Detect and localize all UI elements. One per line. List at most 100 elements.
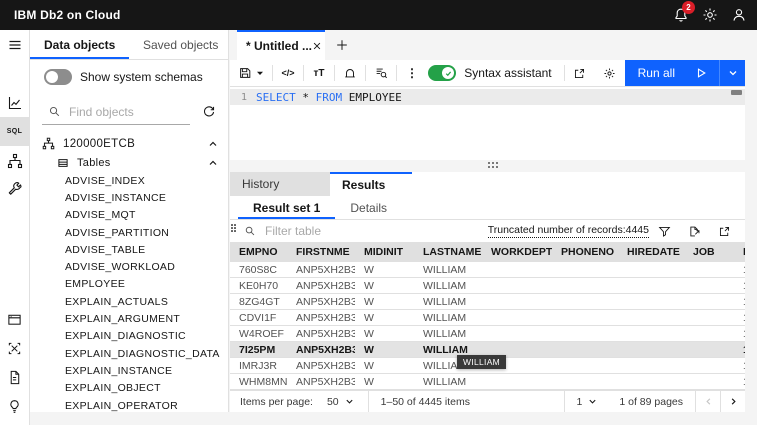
sql-icon: SQL	[7, 128, 23, 135]
table-name: ADVISE_PARTITION	[65, 227, 169, 239]
tab-data-objects[interactable]: Data objects	[30, 30, 129, 59]
table-row[interactable]: KE0H70 ANP5XH2B34 W WILLIAM 1	[230, 278, 745, 294]
page-count-label: 1 of 89 pages	[607, 396, 695, 408]
column-header-clipped[interactable]: E	[734, 246, 745, 258]
page-select[interactable]: 1	[564, 391, 608, 412]
notifications-button[interactable]: 2	[666, 0, 695, 30]
sql-editor[interactable]: 1SELECT * FROM EMPLOYEE	[230, 87, 745, 160]
text-scale-button[interactable]: тT	[304, 60, 334, 86]
tree-table-item[interactable]: EXPLAIN_OBJECT	[30, 380, 228, 397]
application-nav-button[interactable]	[0, 305, 29, 334]
save-button[interactable]	[230, 60, 272, 86]
tab-results[interactable]: Results	[330, 172, 412, 196]
chevron-up-icon[interactable]	[208, 158, 218, 168]
tab-details[interactable]: Details	[335, 196, 402, 219]
export-icon	[688, 225, 701, 238]
tab-result-set-1[interactable]: Result set 1	[238, 196, 335, 219]
tree-table-item[interactable]: ADVISE_WORKLOAD	[30, 258, 228, 275]
table-row[interactable]: WHM8MN ANP5XH2B34 W WILLIAM 1	[230, 374, 745, 390]
visual-explain-button[interactable]	[335, 60, 365, 86]
column-header[interactable]: HIREDATE	[618, 246, 684, 258]
show-system-schemas-toggle[interactable]	[44, 69, 72, 85]
user-icon	[731, 7, 747, 23]
table-row[interactable]: 760S8C ANP5XH2B34 W WILLIAM 1	[230, 262, 745, 278]
run-options-button[interactable]	[719, 60, 745, 86]
column-header[interactable]: FIRSTNME	[287, 246, 355, 258]
editor-tab-untitled[interactable]: * Untitled ...	[237, 30, 325, 60]
theme-button[interactable]	[695, 0, 724, 30]
tree-table-item[interactable]: EXPLAIN_ARGUMENT	[30, 310, 228, 327]
gear-icon	[603, 67, 616, 80]
caret-down-icon[interactable]	[256, 69, 264, 77]
tree-schema-row[interactable]: 120000ETCB	[30, 134, 228, 153]
open-results-button[interactable]	[709, 220, 739, 242]
settings-button[interactable]	[595, 60, 625, 86]
data-schema-nav-button[interactable]	[0, 146, 29, 175]
panel-splitter[interactable]	[230, 160, 757, 172]
idea-nav-button[interactable]	[0, 392, 29, 421]
table-row[interactable]: 8ZG4GT ANP5XH2B34 W WILLIAM 1	[230, 294, 745, 310]
tools-nav-button[interactable]	[0, 175, 29, 204]
close-icon[interactable]	[312, 41, 322, 51]
tree-table-item[interactable]: ADVISE_TABLE	[30, 241, 228, 258]
column-header[interactable]: LASTNAME	[414, 246, 482, 258]
add-tab-button[interactable]	[325, 30, 359, 60]
sql-editor-nav-button[interactable]: SQL	[0, 117, 29, 146]
result-subtabs: Result set 1 Details	[230, 196, 745, 220]
panel-resize-handle[interactable]	[231, 224, 237, 233]
refresh-button[interactable]	[202, 105, 216, 119]
chevron-up-icon[interactable]	[208, 139, 218, 149]
column-header[interactable]: PHONENO	[552, 246, 618, 258]
objects-panel-tabs: Data objects Saved objects	[30, 30, 228, 60]
editor-scrollbar-thumb[interactable]	[731, 90, 742, 95]
table-row[interactable]: CDVI1F ANP5XH2B34 W WILLIAM 1	[230, 310, 745, 326]
next-page-button[interactable]	[720, 391, 745, 412]
document-icon	[7, 370, 22, 385]
column-header[interactable]: WORKDEPT	[482, 246, 552, 258]
rail-bottom-group	[0, 305, 29, 421]
tree-table-item[interactable]: ADVISE_MQT	[30, 207, 228, 224]
format-code-button[interactable]: </>	[273, 60, 303, 86]
tab-saved-objects[interactable]: Saved objects	[129, 30, 228, 59]
column-header[interactable]: EMPNO	[230, 246, 287, 258]
filter-table-input[interactable]	[265, 224, 485, 238]
workspace-nav-button[interactable]	[0, 334, 29, 363]
save-icon	[238, 66, 252, 80]
column-header[interactable]: JOB	[684, 246, 734, 258]
tab-history[interactable]: History	[230, 172, 330, 196]
find-objects-input[interactable]	[69, 105, 190, 119]
tree-table-item[interactable]: ADVISE_INSTANCE	[30, 189, 228, 206]
tree-table-item[interactable]: ADVISE_INDEX	[30, 172, 228, 189]
run-all-button[interactable]: Run all	[625, 60, 719, 86]
export-button[interactable]	[679, 220, 709, 242]
user-profile-button[interactable]	[724, 0, 753, 30]
table-row[interactable]: W4ROEF ANP5XH2B34 W WILLIAM 1	[230, 326, 745, 342]
menu-button[interactable]	[0, 30, 29, 59]
tree-table-item[interactable]: EXPLAIN_INSTANCE	[30, 362, 228, 379]
tree-tables-row[interactable]: Tables	[30, 153, 228, 172]
cell-firstnme: ANP5XH2B34	[287, 280, 355, 292]
document-nav-button[interactable]	[0, 363, 29, 392]
syntax-assistant-toggle[interactable]	[428, 65, 456, 81]
cell-clipped: 1	[734, 344, 745, 356]
open-in-new-button[interactable]	[565, 60, 595, 86]
items-per-page-select[interactable]: 50	[327, 396, 354, 408]
tree-table-item[interactable]: EXPLAIN_DIAGNOSTIC	[30, 328, 228, 345]
overflow-menu-button[interactable]: ⋮	[397, 60, 427, 86]
tree-table-item[interactable]: ADVISE_PARTITION	[30, 224, 228, 241]
tree-table-item[interactable]: EXPLAIN_OPERATOR	[30, 397, 228, 412]
cell-lastname: WILLIAM	[414, 328, 482, 340]
items-per-page-label: Items per page:	[230, 396, 313, 408]
filter-button[interactable]	[649, 220, 679, 242]
cell-midinit: W	[355, 296, 414, 308]
table-name: ADVISE_MQT	[65, 209, 136, 221]
tree-table-item[interactable]: EXPLAIN_ACTUALS	[30, 293, 228, 310]
validate-button[interactable]	[366, 60, 396, 86]
previous-page-button[interactable]	[695, 391, 720, 412]
tree-table-item[interactable]: EXPLAIN_DIAGNOSTIC_DATA	[30, 345, 228, 362]
app-title: IBM Db2 on Cloud	[14, 8, 121, 22]
tree-table-item[interactable]: EMPLOYEE	[30, 276, 228, 293]
column-header[interactable]: MIDINIT	[355, 246, 414, 258]
header-actions: 2	[666, 0, 757, 30]
analytics-nav-button[interactable]	[0, 88, 29, 117]
